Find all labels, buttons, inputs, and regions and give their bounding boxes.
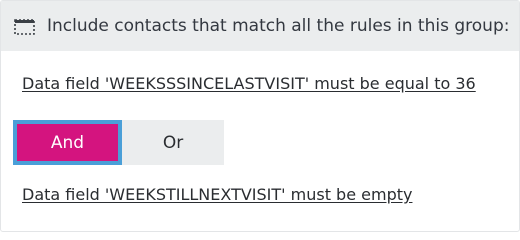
rule-link-weeks-since-last-visit[interactable]: Data field 'WEEKSSSINCELASTVISIT' must b… bbox=[22, 74, 476, 94]
rule-group-title: Include contacts that match all the rule… bbox=[47, 16, 510, 36]
rule-link-weeks-till-next-visit[interactable]: Data field 'WEEKSTILLNEXTVISIT' must be … bbox=[22, 185, 412, 205]
rule-group: Include contacts that match all the rule… bbox=[0, 0, 520, 232]
and-or-toggle: And Or bbox=[13, 120, 224, 165]
dashed-box-icon bbox=[14, 19, 35, 35]
rule-group-header: Include contacts that match all the rule… bbox=[1, 1, 519, 51]
or-button[interactable]: Or bbox=[122, 120, 224, 165]
and-button[interactable]: And bbox=[13, 120, 122, 165]
